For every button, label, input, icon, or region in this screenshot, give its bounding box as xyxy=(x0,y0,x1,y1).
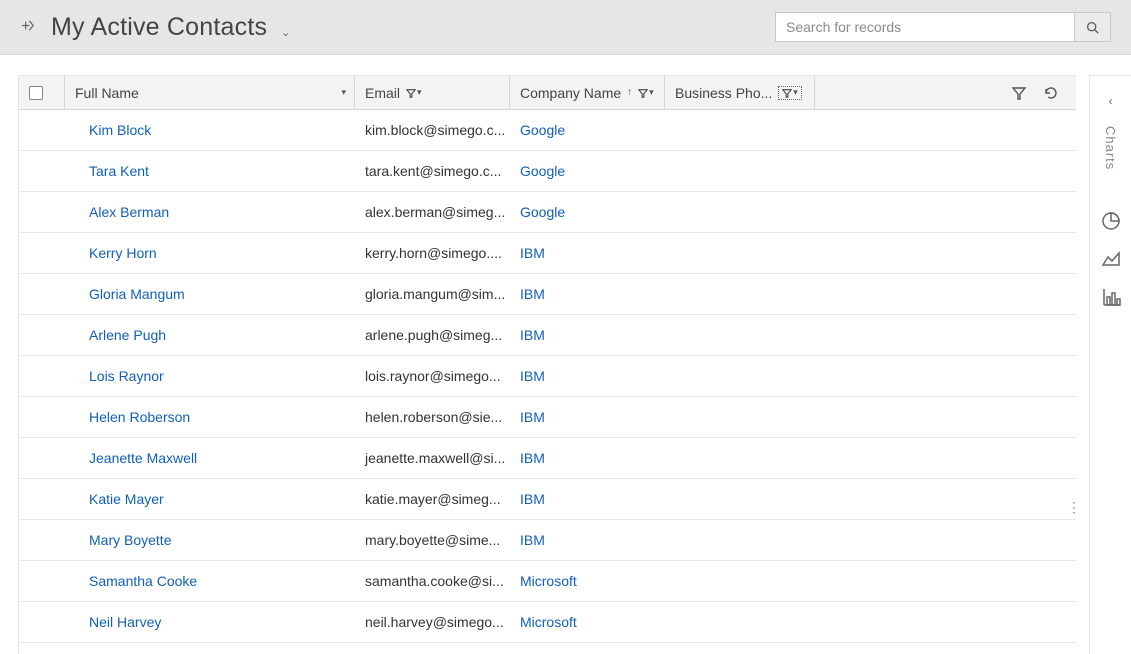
company-link[interactable]: Google xyxy=(520,122,565,138)
table-row[interactable]: Alex Berman alex.berman@simeg... Google xyxy=(19,192,1076,233)
contact-email: helen.roberson@sie... xyxy=(365,409,502,425)
search-box xyxy=(775,12,1111,42)
column-label: Business Pho... xyxy=(675,85,772,101)
view-selector[interactable]: My Active Contacts ⌄ xyxy=(51,13,290,42)
company-link[interactable]: Google xyxy=(520,204,565,220)
contact-email: gloria.mangum@sim... xyxy=(365,286,505,302)
table-row[interactable]: Katie Mayer katie.mayer@simeg... IBM xyxy=(19,479,1076,520)
column-header-company[interactable]: Company Name ↑ ▾ xyxy=(510,76,665,109)
column-header-full-name[interactable]: Full Name ▾ xyxy=(65,76,355,109)
pie-chart-icon[interactable] xyxy=(1098,208,1124,234)
chevron-down-icon: ▾ xyxy=(341,87,346,98)
contact-email: jeanette.maxwell@si... xyxy=(365,450,505,466)
company-link[interactable]: IBM xyxy=(520,368,545,384)
contact-email: katie.mayer@simeg... xyxy=(365,491,501,507)
contact-email: tara.kent@simego.c... xyxy=(365,163,501,179)
table-row[interactable]: Tara Kent tara.kent@simego.c... Google xyxy=(19,151,1076,192)
contact-name-link[interactable]: Mary Boyette xyxy=(89,532,171,548)
sort-ascending-icon: ↑ xyxy=(627,87,632,98)
table-row[interactable]: Lois Raynor lois.raynor@simego... IBM xyxy=(19,356,1076,397)
filter-button[interactable] xyxy=(1008,82,1030,104)
charts-expand-button[interactable]: ‹ xyxy=(1098,88,1124,114)
charts-label: Charts xyxy=(1103,126,1118,170)
contact-name-link[interactable]: Tara Kent xyxy=(89,163,149,179)
table-row[interactable]: Kim Block kim.block@simego.c... Google xyxy=(19,110,1076,151)
filter-icon: ▾ xyxy=(406,87,422,98)
company-link[interactable]: IBM xyxy=(520,286,545,302)
search-input[interactable] xyxy=(775,12,1075,42)
app-window: My Active Contacts ⌄ Full Name ▾ Email xyxy=(0,0,1131,654)
contact-name-link[interactable]: Gloria Mangum xyxy=(89,286,185,302)
table-row[interactable]: Neil Harvey neil.harvey@simego... Microsof… xyxy=(19,602,1076,643)
chevron-down-icon: ⌄ xyxy=(281,26,290,39)
contacts-grid: Full Name ▾ Email ▾ Company Name ↑ ▾ Bus… xyxy=(18,75,1076,654)
grid-body: Kim Blockkim.block@simego.c...GoogleTara… xyxy=(19,110,1076,643)
view-title: My Active Contacts xyxy=(51,13,267,41)
grid-header: Full Name ▾ Email ▾ Company Name ↑ ▾ Bus… xyxy=(19,76,1076,110)
contact-name-link[interactable]: Lois Raynor xyxy=(89,368,164,384)
resize-handle[interactable]: ⋮ xyxy=(1067,505,1080,509)
refresh-button[interactable] xyxy=(1040,82,1062,104)
table-row[interactable]: Arlene Pugh arlene.pugh@simeg... IBM xyxy=(19,315,1076,356)
view-title-group: My Active Contacts ⌄ xyxy=(20,13,290,42)
contact-name-link[interactable]: Alex Berman xyxy=(89,204,169,220)
table-row[interactable]: Jeanette Maxwell jeanette.maxwell@si... IB… xyxy=(19,438,1076,479)
contact-name-link[interactable]: Samantha Cooke xyxy=(89,573,197,589)
contact-email: mary.boyette@sime... xyxy=(365,532,500,548)
table-row[interactable]: Samantha Cooke samantha.cooke@si... Micros… xyxy=(19,561,1076,602)
filter-icon: ▾ xyxy=(638,87,654,98)
pin-icon[interactable] xyxy=(20,18,35,36)
contact-email: neil.harvey@simego... xyxy=(365,614,504,630)
select-all-cell xyxy=(19,76,65,109)
filter-active-icon: ▾ xyxy=(778,86,802,100)
contact-email: alex.berman@simeg... xyxy=(365,204,505,220)
column-label: Email xyxy=(365,85,400,101)
company-link[interactable]: IBM xyxy=(520,327,545,343)
contact-name-link[interactable]: Kerry Horn xyxy=(89,245,157,261)
company-link[interactable]: IBM xyxy=(520,409,545,425)
contact-name-link[interactable]: Neil Harvey xyxy=(89,614,161,630)
contact-email: lois.raynor@simego... xyxy=(365,368,501,384)
company-link[interactable]: IBM xyxy=(520,245,545,261)
grid-header-tools xyxy=(1008,82,1076,104)
company-link[interactable]: IBM xyxy=(520,491,545,507)
contact-email: arlene.pugh@simeg... xyxy=(365,327,502,343)
column-label: Company Name xyxy=(520,85,621,101)
charts-panel: ‹ Charts xyxy=(1089,75,1131,654)
table-row[interactable]: Gloria Mangum gloria.mangum@sim... IBM xyxy=(19,274,1076,315)
company-link[interactable]: IBM xyxy=(520,532,545,548)
contact-name-link[interactable]: Arlene Pugh xyxy=(89,327,166,343)
contact-name-link[interactable]: Katie Mayer xyxy=(89,491,164,507)
contact-email: samantha.cooke@si... xyxy=(365,573,504,589)
table-row[interactable]: Helen Roberson helen.roberson@sie... IBM xyxy=(19,397,1076,438)
contact-email: kerry.horn@simego.... xyxy=(365,245,502,261)
contact-email: kim.block@simego.c... xyxy=(365,122,505,138)
column-header-email[interactable]: Email ▾ xyxy=(355,76,510,109)
top-bar: My Active Contacts ⌄ xyxy=(0,0,1131,55)
company-link[interactable]: IBM xyxy=(520,450,545,466)
table-row[interactable]: Mary Boyette mary.boyette@sime... IBM xyxy=(19,520,1076,561)
chevron-left-icon: ‹ xyxy=(1109,94,1113,108)
column-label: Full Name xyxy=(75,85,139,101)
search-button[interactable] xyxy=(1075,12,1111,42)
table-row[interactable]: Kerry Horn kerry.horn@simego.... IBM xyxy=(19,233,1076,274)
bar-chart-icon[interactable] xyxy=(1098,284,1124,310)
company-link[interactable]: Google xyxy=(520,163,565,179)
company-link[interactable]: Microsoft xyxy=(520,573,577,589)
contact-name-link[interactable]: Kim Block xyxy=(89,122,151,138)
contact-name-link[interactable]: Helen Roberson xyxy=(89,409,190,425)
area-chart-icon[interactable] xyxy=(1098,246,1124,272)
select-all-checkbox[interactable] xyxy=(29,86,43,100)
column-header-phone[interactable]: Business Pho... ▾ xyxy=(665,76,815,109)
contact-name-link[interactable]: Jeanette Maxwell xyxy=(89,450,197,466)
company-link[interactable]: Microsoft xyxy=(520,614,577,630)
